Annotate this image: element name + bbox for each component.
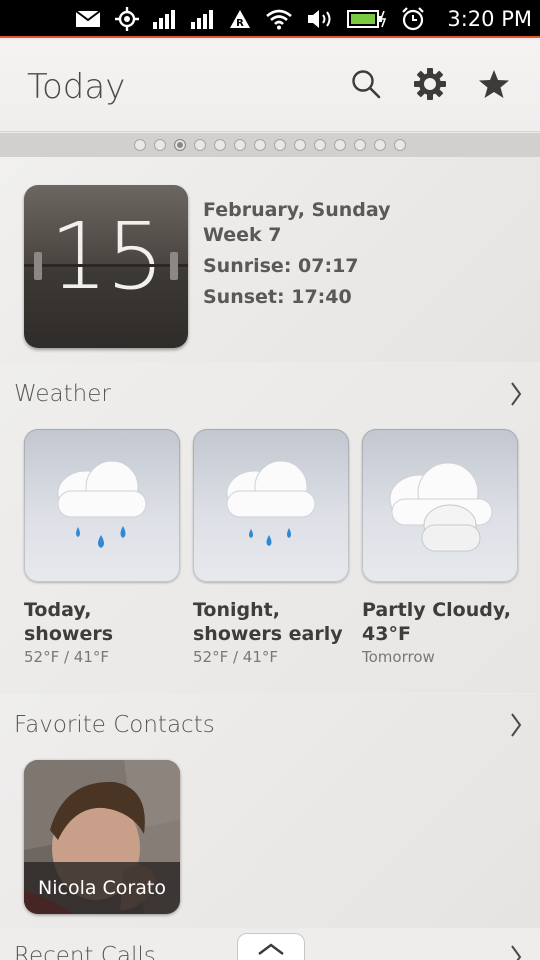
chevron-up-icon [258,943,284,955]
settings-button[interactable] [412,66,448,102]
calendar-split-line [24,264,188,267]
search-button[interactable] [348,66,384,102]
date-week: Week 7 [203,224,282,246]
calendar-hinge [170,252,178,280]
status-bar: R 3:20 PM [0,0,540,38]
weather-header[interactable]: Weather [0,363,540,425]
mail-icon [75,7,101,31]
rain-cloud-icon [226,460,316,546]
page-dot[interactable] [274,139,286,151]
weather-card-tonight[interactable]: Tonight, showers early 52°F / 41°F [193,429,349,666]
page-dot[interactable] [374,139,386,151]
page-title: Today [27,67,126,107]
favorite-contacts-section: Favorite Contacts Nicola Corato [0,694,540,928]
page-dot[interactable] [314,139,326,151]
chevron-right-icon[interactable] [506,711,526,739]
page-dot[interactable] [334,139,346,151]
weather-temp: 52°F / 41°F [24,648,110,666]
page-dot[interactable] [134,139,146,151]
alarm-icon [401,7,425,31]
page-dot[interactable] [394,139,406,151]
calendar-hinge [34,252,42,280]
svg-text:R: R [237,18,245,29]
cloud-icon [389,462,493,552]
gps-icon [115,7,140,31]
weather-tile[interactable] [24,429,180,582]
weather-temp: 52°F / 41°F [193,648,279,666]
bottom-edge-handle[interactable] [237,933,305,960]
page-indicator [0,133,540,157]
favorites-button[interactable] [476,66,512,102]
signal-icon [153,7,177,31]
chevron-right-icon[interactable] [506,943,526,960]
star-icon [479,70,509,98]
recent-calls-label: Recent Calls [14,943,156,960]
page-dot[interactable] [354,139,366,151]
contacts-label: Favorite Contacts [14,712,215,738]
page-dot[interactable] [234,139,246,151]
weather-title: Tonight, showers early [193,599,343,645]
weather-tile[interactable] [362,429,518,582]
page-dot[interactable] [254,139,266,151]
page-dot[interactable] [194,139,206,151]
chevron-right-icon[interactable] [506,380,526,408]
weather-section: Weather Today, showers 52°F / 41°F Tonig… [0,363,540,693]
date-section: 15 February, Sunday Week 7 Sunrise: 07:1… [0,157,540,362]
page-dot[interactable] [214,139,226,151]
calendar-day-number: 15 [49,203,164,310]
calendar-tile[interactable]: 15 [24,185,188,348]
page-dot[interactable] [174,139,186,151]
weather-tile[interactable] [193,429,349,582]
page-dot[interactable] [294,139,306,151]
date-month-weekday: February, Sunday [203,199,391,221]
date-info: February, Sunday Week 7 Sunrise: 07:17 S… [203,198,391,310]
sunset-text: Sunset: 17:40 [203,286,352,308]
gear-icon [414,68,446,100]
volume-icon [307,7,333,31]
contact-name: Nicola Corato [24,862,180,914]
battery-charging-icon [347,7,387,31]
status-accent-line [0,36,540,38]
app-header: Today [0,40,540,132]
contact-tile[interactable]: Nicola Corato [24,760,180,914]
clock-time: 3:20 PM [447,7,532,31]
weather-temp: Tomorrow [362,648,435,666]
wifi-icon [265,7,293,31]
weather-card-today[interactable]: Today, showers 52°F / 41°F [24,429,180,666]
roaming-icon: R [229,7,251,31]
rain-cloud-icon [57,460,147,548]
weather-title: Partly Cloudy, 43°F [362,599,511,645]
search-icon [352,70,381,99]
weather-card-tomorrow[interactable]: Partly Cloudy, 43°F Tomorrow [362,429,518,666]
sunrise-text: Sunrise: 07:17 [203,255,359,277]
page-dot[interactable] [154,139,166,151]
weather-label: Weather [14,381,111,407]
weather-title: Today, showers [24,599,114,645]
signal-icon [191,7,215,31]
contacts-header[interactable]: Favorite Contacts [0,694,540,756]
